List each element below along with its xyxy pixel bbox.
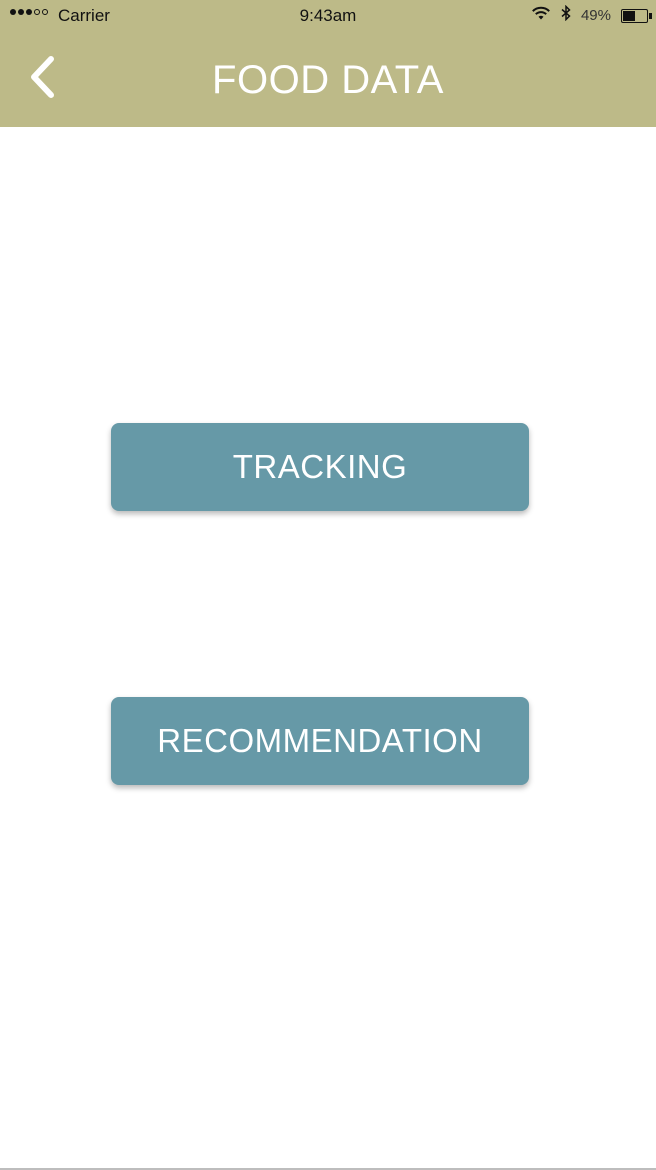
bluetooth-icon bbox=[561, 4, 571, 26]
screen: Carrier 9:43am 49% FOOD DATA TRACKING RE… bbox=[0, 0, 656, 1170]
tracking-button[interactable]: TRACKING bbox=[111, 423, 529, 511]
header-bar: Carrier 9:43am 49% FOOD DATA bbox=[0, 0, 656, 127]
battery-icon bbox=[621, 8, 652, 23]
battery-percent: 49% bbox=[580, 7, 611, 24]
status-right-group: 49% bbox=[531, 4, 652, 26]
wifi-icon bbox=[531, 5, 551, 26]
recommendation-button[interactable]: RECOMMENDATION bbox=[111, 697, 529, 785]
status-bar: Carrier 9:43am 49% bbox=[0, 0, 656, 32]
page-title: FOOD DATA bbox=[212, 58, 444, 102]
